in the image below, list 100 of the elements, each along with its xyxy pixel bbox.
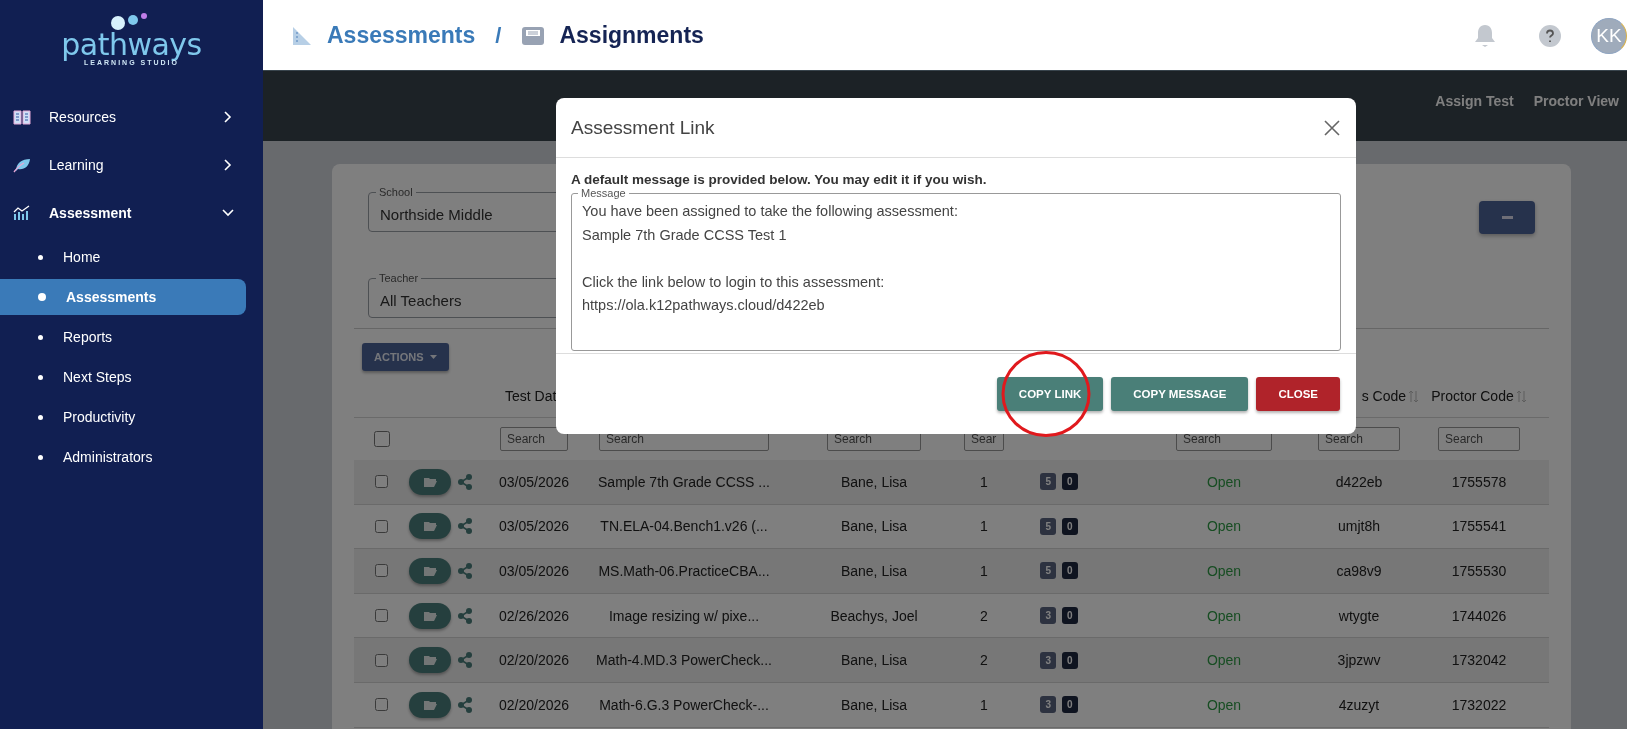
row-checkbox[interactable] <box>375 475 388 489</box>
folder-icon <box>423 476 437 487</box>
table-cell: 1 <box>980 696 988 713</box>
count-badge: 0 <box>1062 473 1078 491</box>
help-icon[interactable] <box>1538 23 1562 48</box>
nav-group[interactable]: Resources <box>0 93 263 141</box>
share-icon[interactable] <box>457 651 473 670</box>
field-label: Teacher <box>378 272 420 285</box>
table-cell: Bane, Lisa <box>840 652 908 669</box>
count-badge: 3 <box>1040 696 1056 714</box>
logo-text: pathways <box>61 30 202 59</box>
nav-item[interactable]: Administrators <box>0 439 246 475</box>
table-cell: MS.Math-06.PracticeCBA... <box>598 563 770 579</box>
count-badge: 3 <box>1040 607 1056 625</box>
table-cell: 02/26/2026 <box>498 607 570 624</box>
sort-icon[interactable] <box>1515 389 1527 403</box>
count-badge: 0 <box>1062 517 1078 535</box>
message-field[interactable]: Message You have been assigned to take the following assessment: Sample 7th Grade CCSS Test 1 Click the link below to login to this assessment: https://ola.k12pathways.cloud/d422eb <box>571 187 1341 351</box>
table-cell: 2 <box>980 652 988 669</box>
caret-icon <box>429 355 437 359</box>
table-cell: Math-6.G.3 PowerCheck-... <box>599 696 769 713</box>
status-text: Open <box>1206 518 1242 535</box>
folder-icon <box>423 699 437 710</box>
dialog-title: Assessment Link <box>571 116 715 139</box>
table-cell: Bane, Lisa <box>840 473 908 490</box>
folder-icon <box>423 610 437 621</box>
actions-button[interactable]: ACTIONS <box>362 343 449 371</box>
column-header[interactable]: Test Dat <box>489 388 557 404</box>
table-cell: Bane, Lisa <box>840 563 908 579</box>
open-button[interactable] <box>409 468 451 495</box>
count-badge: 0 <box>1062 562 1078 580</box>
nav-item[interactable]: Next Steps <box>0 359 246 395</box>
folder-icon <box>423 566 437 576</box>
status-text: Open <box>1206 473 1242 490</box>
toolbar-link[interactable]: Assign Test <box>1435 92 1514 109</box>
breadcrumb-link[interactable]: Assignments <box>559 22 704 49</box>
inbox-icon <box>521 24 546 47</box>
status-text: Open <box>1206 563 1242 579</box>
column-header[interactable]: s Code <box>1361 388 1419 404</box>
table-cell: 1732042 <box>1451 652 1507 669</box>
share-icon[interactable] <box>457 695 473 714</box>
table-cell: Image resizing w/ pixe... <box>608 607 760 624</box>
row-checkbox[interactable] <box>375 609 388 623</box>
dialog-button[interactable]: CLOSE <box>1256 377 1340 411</box>
table-cell: Bane, Lisa <box>840 696 908 713</box>
row-checkbox[interactable] <box>375 519 388 533</box>
sort-icon[interactable] <box>1408 389 1419 403</box>
field-label: Message <box>580 187 627 200</box>
nav-item[interactable]: Home <box>0 239 246 275</box>
collapse-button[interactable] <box>1479 201 1535 234</box>
dialog-button[interactable]: COPY LINK <box>996 377 1104 411</box>
breadcrumb-link[interactable]: Assessments <box>327 22 476 49</box>
table-cell: 1755578 <box>1451 473 1507 490</box>
table-cell: Bane, Lisa <box>840 518 908 535</box>
open-button[interactable] <box>409 602 451 629</box>
nav-item[interactable]: Reports <box>0 319 246 355</box>
share-icon[interactable] <box>457 517 473 536</box>
nav-item[interactable]: Productivity <box>0 399 246 435</box>
row-checkbox[interactable] <box>375 698 388 712</box>
breadcrumb-separator: / <box>495 22 502 49</box>
open-button[interactable] <box>409 647 451 674</box>
share-icon[interactable] <box>457 562 473 580</box>
nav-group[interactable]: Learning <box>0 141 263 189</box>
table-cell: ca98v9 <box>1336 563 1382 579</box>
count-badge: 5 <box>1040 562 1056 580</box>
status-text: Open <box>1206 696 1242 713</box>
table-cell: 2 <box>980 607 988 624</box>
count-badge: 0 <box>1062 607 1078 625</box>
count-badge: 0 <box>1062 696 1078 714</box>
table-cell: 03/05/2026 <box>498 518 570 535</box>
chart-icon <box>13 205 31 221</box>
row-checkbox[interactable] <box>375 653 388 667</box>
dialog-button[interactable]: COPY MESSAGE <box>1111 377 1249 411</box>
open-button[interactable] <box>409 691 451 718</box>
open-button[interactable] <box>409 558 451 584</box>
table-cell: 1 <box>980 563 988 579</box>
open-button[interactable] <box>409 513 451 540</box>
table-cell: 03/05/2026 <box>498 563 570 579</box>
count-badge: 5 <box>1040 517 1056 535</box>
column-header[interactable]: Proctor Code <box>1431 388 1527 404</box>
table-cell: 1732022 <box>1451 696 1507 713</box>
status-text: Open <box>1206 607 1242 624</box>
nav-item[interactable]: Assessments <box>0 279 246 315</box>
share-icon[interactable] <box>457 606 473 625</box>
search-field[interactable]: Search <box>500 427 568 451</box>
share-icon[interactable] <box>457 472 473 491</box>
table-cell: 4zuzyt <box>1338 696 1380 713</box>
row-checkbox[interactable] <box>375 564 388 578</box>
select-all-checkbox[interactable] <box>373 431 390 447</box>
nav-group[interactable]: Assessment <box>0 189 263 237</box>
bell-icon[interactable] <box>1474 23 1496 48</box>
table-cell: Sample 7th Grade CCSS ... <box>598 473 770 490</box>
close-icon[interactable] <box>1324 119 1340 136</box>
search-field[interactable]: Search <box>1438 427 1520 451</box>
table-cell: 1755530 <box>1451 563 1507 579</box>
table-cell: wtygte <box>1338 607 1380 624</box>
table-cell: d422eb <box>1335 473 1383 490</box>
count-badge: 5 <box>1040 473 1056 491</box>
table-cell: 1 <box>980 473 988 490</box>
toolbar-link[interactable]: Proctor View <box>1533 92 1619 109</box>
